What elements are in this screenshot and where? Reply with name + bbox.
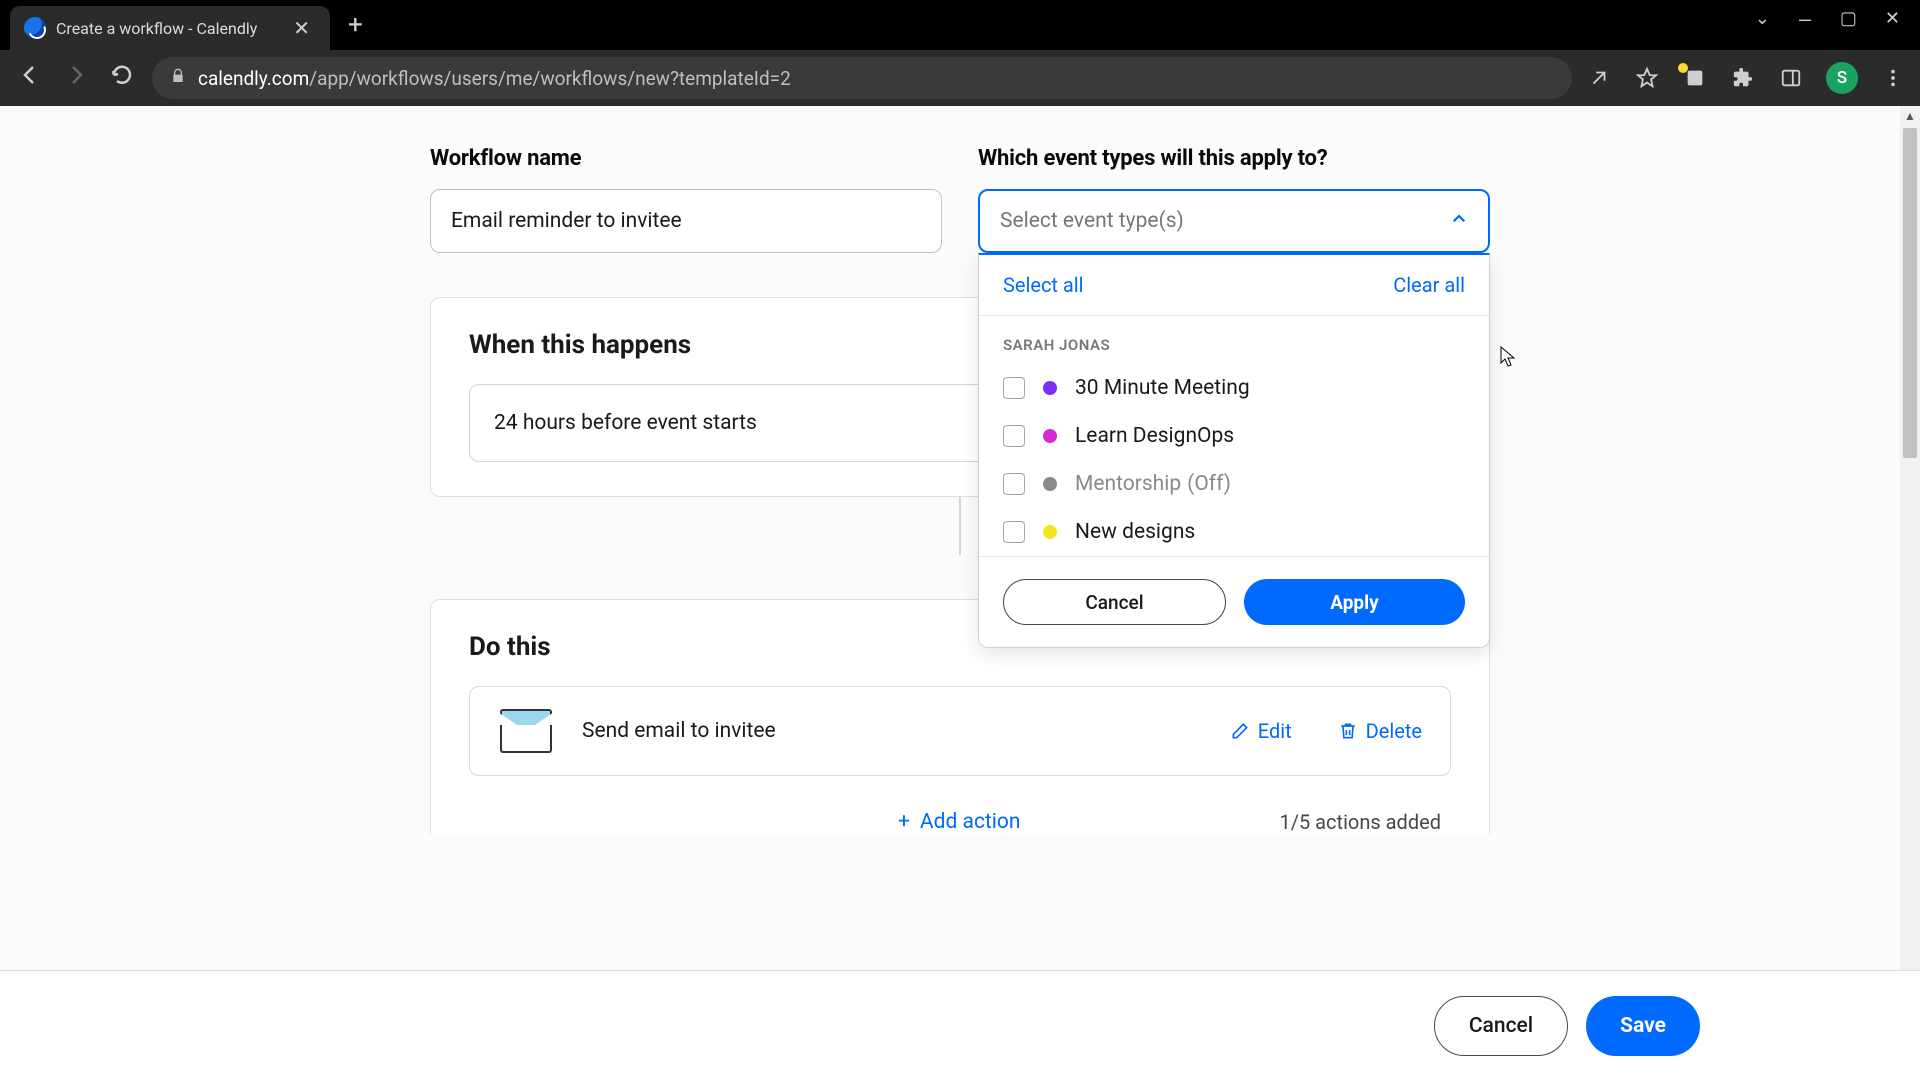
checkbox-icon[interactable]: [1003, 377, 1025, 399]
workflow-name-label: Workflow name: [430, 146, 942, 171]
page-save-button[interactable]: Save: [1586, 996, 1700, 1056]
dropdown-apply-button[interactable]: Apply: [1244, 579, 1465, 625]
side-panel-icon[interactable]: [1778, 65, 1804, 91]
kebab-menu-icon[interactable]: [1880, 65, 1906, 91]
nav-forward-icon[interactable]: [60, 63, 92, 93]
scrollbar[interactable]: ▲: [1900, 106, 1920, 1080]
profile-avatar[interactable]: S: [1826, 62, 1858, 94]
window-close-icon[interactable]: ✕: [1885, 10, 1900, 28]
window-maximize-icon[interactable]: ▢: [1840, 10, 1857, 28]
event-option-label: Mentorship(Off): [1075, 472, 1231, 496]
actions-count: 1/5 actions added: [1279, 810, 1441, 834]
event-types-label: Which event types will this apply to?: [978, 146, 1490, 171]
select-all-link[interactable]: Select all: [1003, 273, 1084, 297]
url-text: calendly.com/app/workflows/users/me/work…: [198, 67, 791, 90]
tab-close-icon[interactable]: ✕: [287, 16, 316, 40]
color-dot-icon: [1043, 381, 1057, 395]
plus-icon: +: [898, 810, 910, 834]
color-dot-icon: [1043, 525, 1057, 539]
tab-search-icon[interactable]: ⌄: [1755, 10, 1770, 28]
nav-back-icon[interactable]: [14, 63, 46, 93]
scrollbar-up-icon[interactable]: ▲: [1900, 106, 1920, 126]
clear-all-link[interactable]: Clear all: [1393, 273, 1465, 297]
share-icon[interactable]: [1586, 65, 1612, 91]
event-option-learn-designops[interactable]: Learn DesignOps: [979, 412, 1489, 460]
mail-icon: [498, 709, 554, 753]
action-row[interactable]: Send email to invitee Edit Delete: [469, 686, 1451, 776]
event-types-dropdown: Select all Clear all SARAH JONAS 30 Minu…: [978, 253, 1490, 648]
event-option-label: Learn DesignOps: [1075, 424, 1234, 448]
page-cancel-button[interactable]: Cancel: [1434, 996, 1568, 1056]
scrollbar-thumb[interactable]: [1903, 128, 1917, 458]
lock-icon: [170, 68, 186, 88]
event-option-30-minute-meeting[interactable]: 30 Minute Meeting: [979, 364, 1489, 412]
window-minimize-icon[interactable]: —: [1798, 13, 1812, 31]
edit-action-link[interactable]: Edit: [1230, 719, 1292, 743]
checkbox-icon[interactable]: [1003, 473, 1025, 495]
dropdown-owner-label: SARAH JONAS: [979, 316, 1489, 364]
trigger-text: 24 hours before event starts: [494, 411, 757, 435]
event-types-select[interactable]: Select event type(s) Select all Clear al…: [978, 189, 1490, 253]
checkbox-icon[interactable]: [1003, 425, 1025, 447]
extensions-icon[interactable]: [1730, 65, 1756, 91]
calendly-favicon: [24, 17, 46, 39]
mouse-cursor-icon: [1500, 346, 1516, 373]
action-label: Send email to invitee: [582, 719, 1184, 743]
address-bar[interactable]: calendly.com/app/workflows/users/me/work…: [152, 57, 1572, 99]
event-types-placeholder: Select event type(s): [1000, 209, 1184, 233]
color-dot-icon: [1043, 429, 1057, 443]
browser-tab[interactable]: Create a workflow - Calendly ✕: [10, 6, 330, 50]
dropdown-cancel-button[interactable]: Cancel: [1003, 579, 1226, 625]
color-dot-icon: [1043, 477, 1057, 491]
delete-action-link[interactable]: Delete: [1338, 719, 1422, 743]
event-option-mentorship[interactable]: Mentorship(Off): [979, 460, 1489, 508]
chevron-up-icon: [1450, 210, 1468, 233]
add-action-link[interactable]: + Add action: [898, 810, 1020, 834]
nav-reload-icon[interactable]: [106, 63, 138, 93]
event-option-label: New designs: [1075, 520, 1195, 544]
workflow-name-input[interactable]: [430, 189, 942, 253]
extensions-badge-icon[interactable]: [1682, 65, 1708, 91]
footer-bar: Cancel Save: [0, 970, 1920, 1080]
event-option-new-designs[interactable]: New designs: [979, 508, 1489, 556]
checkbox-icon[interactable]: [1003, 521, 1025, 543]
bookmark-star-icon[interactable]: [1634, 65, 1660, 91]
new-tab-button[interactable]: +: [342, 10, 369, 40]
tab-title: Create a workflow - Calendly: [56, 19, 277, 38]
event-option-label: 30 Minute Meeting: [1075, 376, 1250, 400]
connector-line: [959, 497, 961, 555]
